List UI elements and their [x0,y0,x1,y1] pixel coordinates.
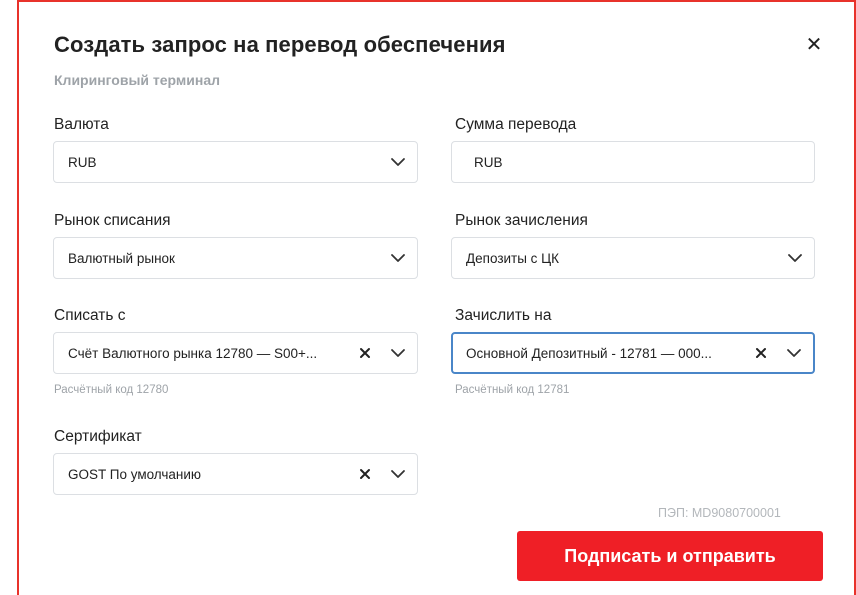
chevron-down-icon [391,349,405,357]
debit-from-value: Счёт Валютного рынка 12780 — S00+... [68,345,318,361]
amount-label: Сумма перевода [455,116,577,133]
pep-identifier: ПЭП: MD9080700001 [658,506,781,520]
credit-market-select[interactable]: Депозиты с ЦК [451,237,815,279]
debit-market-select[interactable]: Валютный рынок [53,237,418,279]
currency-value: RUB [68,154,97,170]
dialog-title: Создать запрос на перевод обеспечения [54,32,506,57]
credit-market-value: Депозиты с ЦК [466,250,560,266]
certificate-select[interactable]: GOST По умолчанию [53,453,418,495]
chevron-down-icon [391,470,405,478]
credit-to-value: Основной Депозитный - 12781 — 000... [466,345,712,361]
debit-market-value: Валютный рынок [68,250,175,266]
clear-icon[interactable] [357,466,373,482]
debit-from-hint: Расчётный код 12780 [54,384,169,396]
close-icon[interactable]: ✕ [803,34,825,56]
chevron-down-icon [391,254,405,262]
certificate-label: Сертификат [54,428,142,445]
debit-market-label: Рынок списания [54,212,171,229]
clear-icon[interactable] [357,345,373,361]
chevron-down-icon [391,158,405,166]
currency-select[interactable]: RUB [53,141,418,183]
certificate-value: GOST По умолчанию [68,466,202,482]
chevron-down-icon [788,254,802,262]
clear-icon[interactable] [753,345,769,361]
dialog-subtitle: Клиринговый терминал [54,72,221,88]
currency-label: Валюта [54,116,109,133]
amount-value: RUB [474,154,503,170]
credit-to-select[interactable]: Основной Депозитный - 12781 — 000... [451,332,815,374]
debit-from-label: Списать с [54,307,126,324]
amount-input[interactable]: RUB [451,141,815,183]
debit-from-select[interactable]: Счёт Валютного рынка 12780 — S00+... [53,332,418,374]
credit-to-hint: Расчётный код 12781 [455,384,570,396]
credit-to-label: Зачислить на [455,307,552,324]
chevron-down-icon [787,349,801,357]
sign-and-send-button[interactable]: Подписать и отправить [517,531,823,581]
credit-market-label: Рынок зачисления [455,212,588,229]
